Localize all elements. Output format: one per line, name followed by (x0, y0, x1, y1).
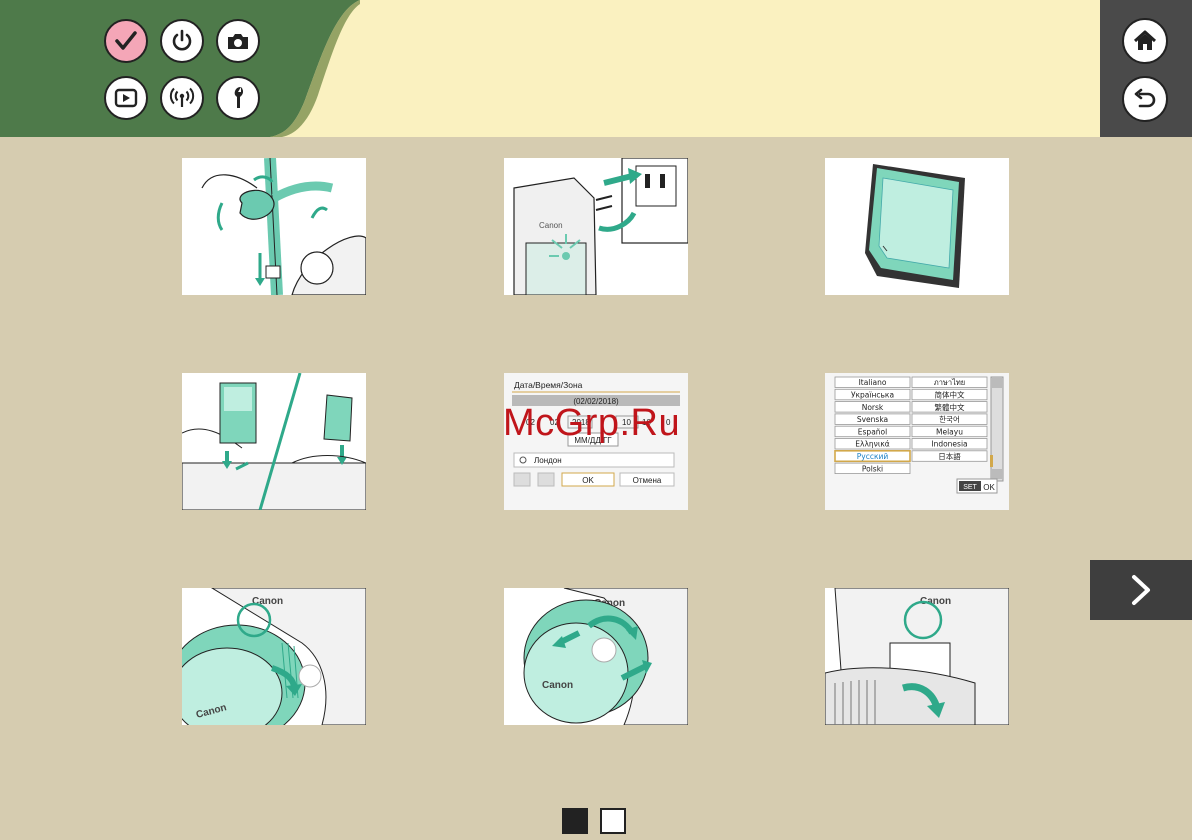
camera-button[interactable] (216, 19, 260, 63)
language-label: Italiano (859, 378, 887, 387)
zone-value: Лондон (534, 456, 562, 465)
set-label: SET (963, 484, 977, 491)
lens-cap-thumbnail[interactable]: Canon Canon (504, 588, 688, 725)
wrench-icon (234, 86, 244, 108)
next-page-button[interactable] (1090, 560, 1192, 620)
battery-insert-illustration (182, 373, 366, 510)
charger-illustration: Canon (513, 158, 688, 295)
language-screen: Italiano Українська Norsk Svenska Español Ελλ… (825, 373, 1009, 510)
wireless-icon (169, 87, 195, 107)
back-icon (1134, 88, 1156, 108)
set-ok-label: OK (983, 483, 995, 492)
chevron-right-icon (1132, 575, 1150, 605)
language-label: Norsk (862, 403, 884, 412)
date-cancel-button: Отмена (633, 476, 662, 485)
wireless-button[interactable] (160, 76, 204, 120)
language-label: ภาษาไทย (934, 378, 965, 387)
language-label: Melayu (936, 427, 963, 436)
language-label: Ελληνικά (855, 440, 890, 449)
language-label: Українська (851, 391, 894, 400)
language-label: Polski (862, 464, 883, 473)
checkmark-icon (115, 31, 137, 50)
lens-attach-illustration: Canon (825, 588, 1009, 725)
lens-mount-thumbnail[interactable]: Canon Canon (182, 588, 366, 725)
language-label: Indonesia (931, 440, 967, 449)
language-screen-thumbnail[interactable]: Italiano Українська Norsk Svenska Español Ελλ… (825, 373, 1009, 510)
language-label: Русский (857, 452, 889, 461)
date-screen-title: Дата/Время/Зона (514, 380, 583, 390)
battery-card-insert-thumbnail[interactable] (182, 373, 366, 510)
strap-attach-thumbnail[interactable] (182, 158, 366, 295)
wrench-button[interactable] (216, 76, 260, 120)
playback-icon (114, 88, 138, 108)
language-label: Svenska (857, 415, 888, 424)
back-button[interactable] (1122, 76, 1168, 122)
lens-cap-illustration: Canon Canon (523, 588, 688, 725)
power-icon (172, 29, 192, 51)
memory-card-thumbnail[interactable] (825, 158, 1009, 295)
battery-charger-thumbnail[interactable]: Canon (504, 158, 688, 295)
power-button[interactable] (160, 19, 204, 63)
lens-mount-illustration: Canon Canon (182, 588, 366, 725)
date-ok-button: OK (582, 476, 594, 485)
checkmark-button[interactable] (104, 19, 148, 63)
lens-brand-label-2: Canon (542, 680, 573, 691)
language-label: 繁體中文 (935, 402, 965, 412)
language-label: Español (858, 427, 887, 436)
sd-card-illustration (865, 164, 965, 288)
strap-illustration (201, 158, 366, 295)
camera-icon (228, 34, 248, 49)
home-icon (1133, 30, 1157, 50)
header-bar (0, 0, 1192, 137)
page-indicator-1[interactable] (562, 808, 588, 834)
language-label: 简体中文 (935, 390, 965, 400)
language-label: 한국어 (939, 414, 960, 424)
page-indicator-2[interactable] (600, 808, 626, 834)
charger-brand-label: Canon (539, 221, 563, 230)
language-label: 日本語 (938, 451, 961, 461)
lens-attach-thumbnail[interactable]: Canon (825, 588, 1009, 725)
watermark: McGrp.Ru (503, 402, 681, 444)
home-button[interactable] (1122, 18, 1168, 64)
playback-button[interactable] (104, 76, 148, 120)
